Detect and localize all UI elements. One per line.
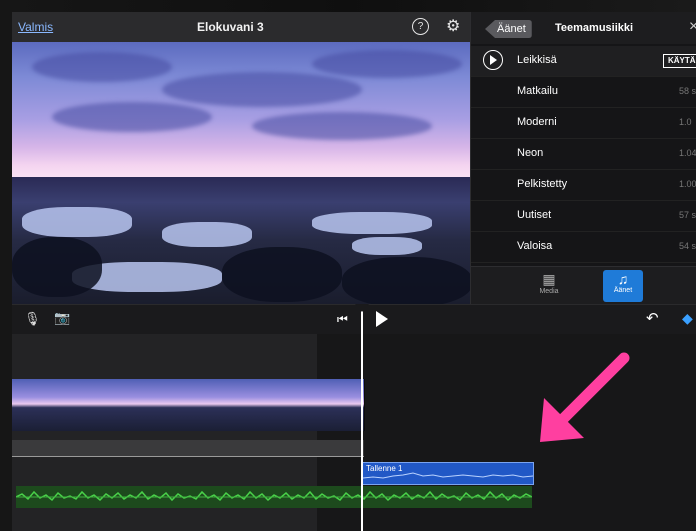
music-note-icon: ♫ [617, 271, 629, 287]
list-item-duration: 1.04 [679, 148, 696, 158]
tab-media-label: Media [539, 288, 559, 295]
done-button[interactable]: Valmis [18, 20, 53, 34]
undo-icon[interactable]: ↶ [646, 309, 659, 327]
list-item-label: Moderni [517, 116, 557, 128]
tab-audio-label: Äänet [613, 287, 633, 294]
clip-thumbnail [162, 379, 213, 431]
list-item-duration: 54 s [679, 241, 696, 251]
clip-thumbnail [262, 379, 313, 431]
panel-tabs: ▦ Media ♫ Äänet [471, 266, 696, 305]
gear-icon[interactable]: ⚙ [446, 16, 460, 36]
list-item-duration: 58 s [679, 86, 696, 96]
video-preview[interactable] [12, 42, 470, 304]
video-clip-track[interactable] [12, 379, 365, 431]
close-icon[interactable]: × [689, 18, 696, 36]
clip-thumbnail [312, 379, 365, 431]
clip-thumbnail [12, 379, 63, 431]
list-item-duration: 1.00 [679, 179, 696, 189]
recording-waveform [363, 472, 533, 479]
microphone-icon[interactable]: 🎙 [24, 311, 41, 327]
camera-icon[interactable]: 📷 [54, 310, 70, 326]
timeline-toolbar: 🎙 📷 ⏮ ↶ ◆ [12, 304, 696, 335]
sound-panel: Äänet Teemamusiikki × Leikkisä KÄYTÄ Mat… [470, 12, 696, 305]
pink-arrow-annotation [540, 352, 630, 442]
project-title: Elokuvani 3 [197, 20, 264, 34]
list-item[interactable]: Matkailu 58 s [471, 77, 696, 108]
recording-clip[interactable]: Tallenne 1 [362, 462, 534, 485]
list-item[interactable]: Pelkistetty 1.00 [471, 170, 696, 201]
skip-to-start-icon[interactable]: ⏮ [337, 312, 348, 327]
list-item[interactable]: Moderni 1.0 [471, 108, 696, 139]
list-item-label: Neon [517, 147, 544, 159]
list-item-label: Matkailu [517, 85, 558, 97]
list-item[interactable]: Neon 1.04 [471, 139, 696, 170]
panel-title: Teemamusiikki [555, 22, 634, 34]
clip-thumbnail [62, 379, 113, 431]
play-icon[interactable] [376, 311, 388, 327]
help-icon[interactable]: ? [412, 18, 429, 35]
clip-thumbnail [212, 379, 263, 431]
clip-audio-track[interactable] [12, 440, 364, 457]
tab-audio[interactable]: ♫ Äänet [603, 270, 643, 302]
list-item-label: Pelkistetty [517, 178, 568, 190]
film-icon: ▦ [542, 271, 556, 287]
use-button[interactable]: KÄYTÄ [663, 54, 696, 68]
audio-waveform-icon[interactable]: ◆ [682, 310, 693, 327]
playhead[interactable] [355, 304, 369, 531]
preview-landscape [12, 177, 470, 304]
clip-thumbnail [112, 379, 163, 431]
imovie-screen: Valmis Elokuvani 3 ? ⚙ Äänet Teemamusiik… [12, 12, 696, 531]
panel-header: Äänet Teemamusiikki × [471, 12, 696, 44]
background-music-waveform[interactable] [16, 486, 532, 508]
theme-music-list: Leikkisä KÄYTÄ Matkailu 58 s Moderni 1.0… [471, 46, 696, 263]
list-item-label: Valoisa [517, 240, 553, 252]
tab-media[interactable]: ▦ Media [529, 270, 569, 302]
list-item-duration: 1.0 [679, 117, 692, 127]
top-bar: Valmis Elokuvani 3 ? ⚙ [12, 12, 470, 42]
list-item-label: Uutiset [517, 209, 552, 221]
list-item[interactable]: Uutiset 57 s [471, 201, 696, 232]
back-button[interactable]: Äänet [485, 20, 532, 38]
list-item[interactable]: Valoisa 54 s [471, 232, 696, 263]
play-preview-icon[interactable] [483, 50, 503, 70]
preview-sky [12, 42, 470, 182]
list-item-label: Leikkisä [517, 54, 557, 66]
list-item[interactable]: Leikkisä KÄYTÄ [471, 46, 696, 77]
list-item-duration: 57 s [679, 210, 696, 220]
